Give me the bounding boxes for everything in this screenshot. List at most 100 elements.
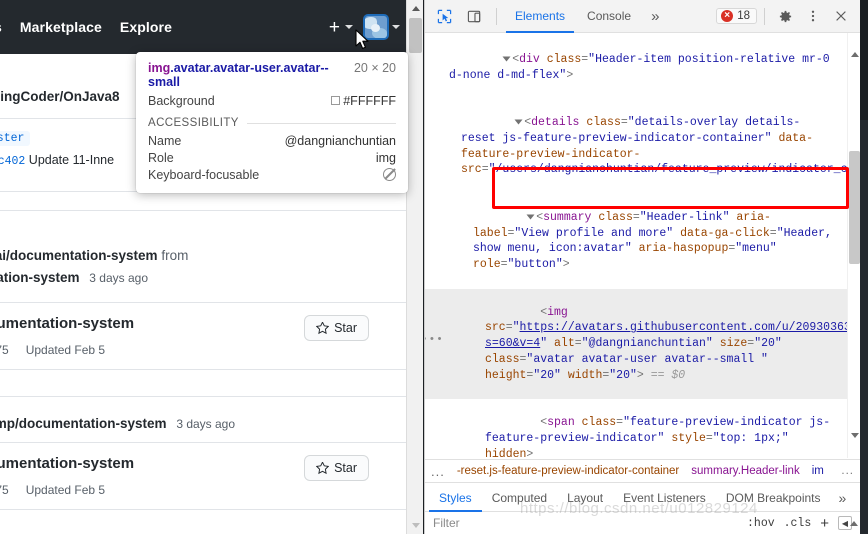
- tab-styles[interactable]: Styles: [429, 484, 482, 512]
- star-icon: [316, 461, 330, 474]
- tab-event-listeners[interactable]: Event Listeners: [613, 484, 716, 512]
- new-style-rule-button[interactable]: +: [820, 515, 829, 532]
- expand-triangle-icon[interactable]: [526, 214, 535, 220]
- tab-dom-breakpoints[interactable]: DOM Breakpoints: [716, 484, 831, 512]
- profile-menu-button[interactable]: [365, 16, 400, 38]
- toolbar-divider-2: [764, 7, 765, 25]
- error-count: 18: [737, 10, 750, 22]
- color-swatch-icon: [331, 96, 341, 105]
- more-styles-tabs-icon[interactable]: »: [831, 490, 855, 506]
- tooltip-selector-tag: img: [148, 61, 171, 75]
- breadcrumb-item-details[interactable]: -reset.js-feature-preview-indicator-cont…: [457, 465, 679, 477]
- scrollbar-thumb[interactable]: [409, 18, 422, 53]
- scroll-up-arrow[interactable]: [851, 35, 859, 57]
- styles-filter-bar: Filter :hov .cls + ◀: [425, 512, 860, 534]
- nav-item-marketplace[interactable]: Marketplace: [20, 19, 102, 35]
- chevron-down-icon: [345, 25, 353, 29]
- hov-toggle[interactable]: :hov: [747, 517, 775, 530]
- github-nav: s Marketplace Explore: [0, 19, 172, 35]
- nav-item-clipped[interactable]: s: [0, 19, 2, 35]
- filter-input[interactable]: Filter: [433, 516, 460, 530]
- styles-filter-tools: :hov .cls + ◀: [747, 515, 852, 532]
- error-icon: ×: [721, 10, 734, 22]
- dom-line[interactable]: <summary class="Header-link" aria-label=…: [425, 194, 860, 289]
- github-header: s Marketplace Explore +: [0, 0, 406, 54]
- tooltip-section-title: ACCESSIBILITY: [148, 117, 239, 129]
- more-tabs-icon[interactable]: »: [644, 8, 666, 25]
- breadcrumb[interactable]: ... -reset.js-feature-preview-indicator-…: [425, 459, 860, 483]
- styles-pane-tabs: Styles Computed Layout Event Listeners D…: [425, 484, 860, 512]
- branch-tag[interactable]: master: [0, 131, 31, 146]
- nav-item-explore[interactable]: Explore: [120, 19, 172, 35]
- feed-divider-1: [0, 210, 406, 211]
- plus-icon: +: [328, 16, 340, 38]
- gear-icon[interactable]: [772, 3, 798, 29]
- star-button-1[interactable]: Star: [304, 315, 369, 341]
- tooltip-a11y-name-row: Name @dangnianchuntian: [148, 132, 396, 149]
- feed-from-1: from: [161, 248, 189, 263]
- tooltip-a11y-name-value: @dangnianchuntian: [284, 133, 396, 148]
- star-button-label-1: Star: [334, 321, 357, 335]
- tooltip-background-value: #FFFFFF: [343, 94, 396, 108]
- star-button-2[interactable]: Star: [304, 455, 369, 481]
- feed-actor-repo-2[interactable]: evildmp/documentation-system: [0, 416, 167, 431]
- page-edge-strip: [860, 0, 868, 534]
- tooltip-accessibility-header: ACCESSIBILITY: [148, 117, 396, 129]
- feed-source-repo-1[interactable]: mentation-system: [0, 270, 80, 285]
- chevron-down-icon: [392, 25, 400, 29]
- tooltip-a11y-name-label: Name: [148, 133, 182, 148]
- expand-triangle-icon[interactable]: [502, 56, 511, 62]
- more-vertical-icon[interactable]: [800, 3, 826, 29]
- cls-toggle[interactable]: .cls: [784, 517, 812, 530]
- node-badge-icon[interactable]: •••: [425, 333, 444, 349]
- tab-layout[interactable]: Layout: [557, 484, 613, 512]
- scroll-down-arrow[interactable]: [851, 433, 859, 456]
- avatar[interactable]: [365, 16, 387, 38]
- commit-message: Update 11-Inne: [28, 153, 115, 167]
- error-count-badge[interactable]: × 18: [716, 8, 757, 24]
- device-toolbar-icon[interactable]: [461, 3, 487, 29]
- toolbar-divider: [496, 7, 497, 25]
- tab-elements[interactable]: Elements: [506, 0, 574, 33]
- scroll-up-arrow[interactable]: [407, 0, 424, 17]
- tooltip-a11y-focus-row: Keyboard-focusable: [148, 166, 396, 183]
- dom-line[interactable]: <div class="Header-item position-relativ…: [425, 36, 860, 99]
- page-scrollbar[interactable]: [406, 0, 423, 534]
- tooltip-background-label: Background: [148, 94, 215, 108]
- new-menu-button[interactable]: +: [329, 18, 353, 37]
- tooltip-selector-classes: .avatar.avatar-user.avatar--small: [148, 61, 329, 89]
- dom-tree[interactable]: <div class="Header-item position-relativ…: [425, 33, 860, 458]
- repo-updated-2: Updated Feb 5: [25, 483, 106, 497]
- devtools-dom-scrollbar[interactable]: [847, 33, 860, 458]
- dom-line-selected[interactable]: •••<img src="https://avatars.githubuserc…: [425, 288, 860, 400]
- feed-time-1: 3 days ago: [89, 271, 149, 285]
- devtools-panel: Elements Console » × 18 <div class="Head…: [424, 0, 860, 534]
- expand-triangle-icon[interactable]: [514, 119, 523, 125]
- breadcrumb-overflow-left[interactable]: ...: [431, 464, 445, 479]
- inspect-element-icon[interactable]: [431, 3, 457, 29]
- breadcrumb-overflow-right[interactable]: ...: [841, 465, 854, 477]
- repo-updated-1: Updated Feb 5: [25, 343, 106, 357]
- tooltip-section-rule: [246, 122, 396, 124]
- activity-repo[interactable]: LingCoder/OnJava8: [0, 89, 120, 104]
- tab-computed[interactable]: Computed: [482, 484, 557, 512]
- scrollbar-thumb[interactable]: [849, 151, 860, 264]
- feed-event-2: evildmp/documentation-system 3 days ago: [0, 416, 406, 431]
- dom-line[interactable]: <details class="details-overlay details-…: [425, 99, 860, 194]
- repo-card-1: ocumentation-system 75 Updated Feb 5 Sta…: [0, 302, 406, 370]
- styles-scroll-up-arrow[interactable]: [847, 512, 860, 534]
- dom-line[interactable]: <span class="feature-preview-indicator j…: [425, 399, 860, 458]
- github-header-actions: +: [329, 0, 400, 54]
- tooltip-dimensions: 20 × 20: [353, 61, 396, 75]
- close-icon[interactable]: [828, 3, 854, 29]
- scroll-down-arrow[interactable]: [407, 517, 424, 534]
- breadcrumb-item-img[interactable]: im: [812, 465, 824, 477]
- commit-sha[interactable]: c0cc402: [0, 155, 25, 168]
- feed-actor-repo-1[interactable]: xiaolai/documentation-system: [0, 248, 158, 263]
- repo-card-2: ocumentation-system 75 Updated Feb 5 Sta…: [0, 442, 406, 510]
- feed-event-1: xiaolai/documentation-system from: [0, 248, 406, 263]
- feed-source-1: mentation-system 3 days ago: [0, 270, 406, 285]
- star-button-label-2: Star: [334, 461, 357, 475]
- breadcrumb-item-summary[interactable]: summary.Header-link: [691, 465, 799, 477]
- tab-console[interactable]: Console: [578, 0, 640, 33]
